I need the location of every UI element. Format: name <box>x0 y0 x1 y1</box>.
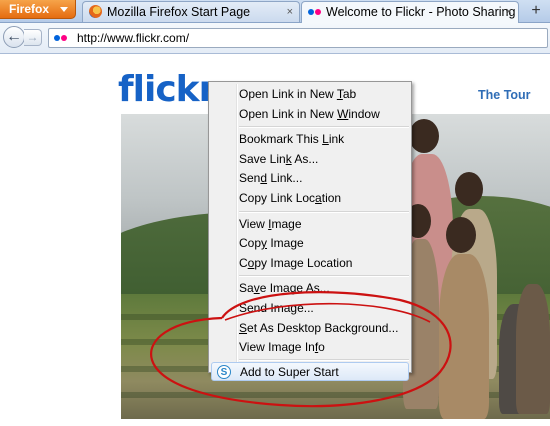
menu-item-label: ab <box>342 87 357 101</box>
photo-child <box>439 254 489 419</box>
tab-firefox-start[interactable]: Mozilla Firefox Start Page × <box>82 1 300 22</box>
menu-item-label: Send Ima <box>239 300 291 315</box>
menu-separator <box>239 210 409 213</box>
photo-child-head <box>455 172 483 206</box>
menu-item-accesskey: S <box>239 320 248 335</box>
menu-item-view-image[interactable]: View Image <box>209 215 411 235</box>
the-tour-link[interactable]: The Tour <box>478 88 531 102</box>
photo-child-head <box>446 217 476 253</box>
menu-item-label: ink <box>328 132 345 147</box>
photo-child-head <box>409 119 439 153</box>
flickr-logo[interactable]: flickr <box>118 69 216 110</box>
new-tab-button[interactable]: + <box>524 1 548 21</box>
menu-item-label: View <box>239 216 269 231</box>
menu-item-send-image[interactable]: Send Image... <box>209 299 411 319</box>
menu-item-save-image-as[interactable]: Save Image As... <box>209 279 411 299</box>
menu-item-label: Sa <box>239 281 254 296</box>
firefox-menu-button[interactable]: Firefox <box>0 0 76 19</box>
menu-item-label: indow <box>348 106 380 121</box>
menu-item-copy-link-location[interactable]: Copy Link Location <box>209 189 411 209</box>
logo-text: flickr <box>118 69 216 110</box>
tab-strip: Firefox Mozilla Firefox Start Page × Wel… <box>0 0 550 23</box>
menu-separator <box>239 126 409 129</box>
menu-item-label: e... <box>297 300 314 315</box>
menu-item-label: Sen <box>239 171 261 186</box>
menu-item-label: Link... <box>267 171 303 186</box>
tab-close-icon[interactable]: × <box>287 2 293 22</box>
menu-item-label: Open Link in New <box>239 106 338 121</box>
menu-item-view-image-info[interactable]: View Image Info <box>209 338 411 358</box>
tab-title: Mozilla Firefox Start Page <box>107 5 251 19</box>
flickr-favicon-icon <box>308 9 322 15</box>
menu-item-label: e Image As... <box>259 281 330 296</box>
menu-item-label: tion <box>321 190 342 205</box>
menu-item-accesskey: a <box>315 190 322 205</box>
menu-item-label: Image <box>267 236 304 251</box>
menu-item-label: mage <box>271 216 302 231</box>
menu-item-label: et As Desktop Background... <box>247 320 399 335</box>
menu-item-copy-image[interactable]: Copy Image <box>209 234 411 254</box>
menu-item-label: C <box>239 255 248 270</box>
tab-close-icon[interactable]: × <box>506 2 512 22</box>
menu-item-label: Add to Super Start <box>240 364 339 379</box>
menu-item-save-link-as[interactable]: Save Link As... <box>209 150 411 170</box>
menu-item-copy-image-location[interactable]: Copy Image Location <box>209 254 411 274</box>
photo-child <box>516 284 550 414</box>
menu-item-label: Cop <box>239 236 262 251</box>
menu-separator <box>239 358 409 361</box>
menu-separator <box>239 275 409 278</box>
menu-item-label: View Image In <box>239 340 315 355</box>
url-text: http://www.flickr.com/ <box>77 31 190 45</box>
menu-item-label: Save Lin <box>239 151 286 166</box>
site-identity-icon <box>54 35 68 41</box>
menu-item-send-link[interactable]: Send Link... <box>209 169 411 189</box>
firefox-icon <box>89 5 102 18</box>
menu-item-accesskey: L <box>322 132 329 147</box>
context-menu: Open Link in New Tab Open Link in New Win… <box>208 81 412 382</box>
back-button[interactable]: ← <box>3 26 25 48</box>
dropdown-arrow-icon <box>60 7 68 12</box>
menu-item-accesskey: W <box>337 106 349 121</box>
menu-item-label: Copy Link Loc <box>239 190 316 205</box>
menu-item-label: Open Link in New <box>239 87 337 101</box>
navigation-toolbar: ← → http://www.flickr.com/ <box>0 23 550 54</box>
tab-flickr[interactable]: Welcome to Flickr - Photo Sharing × <box>301 1 519 23</box>
menu-item-label: o <box>318 340 325 355</box>
menu-item-open-link-in-new-window[interactable]: Open Link in New Window <box>209 105 411 125</box>
menu-item-add-to-super-start[interactable]: S Add to Super Start <box>211 361 409 382</box>
tab-title: Welcome to Flickr - Photo Sharing <box>326 5 516 19</box>
menu-item-label: As... <box>291 151 319 166</box>
firefox-menu-label: Firefox <box>9 2 50 16</box>
super-start-icon: S <box>217 364 231 379</box>
url-bar[interactable]: http://www.flickr.com/ <box>48 28 548 48</box>
menu-item-label: Bookmark This <box>239 132 323 147</box>
menu-item-label: py Image Location <box>254 255 353 270</box>
forward-button[interactable]: → <box>24 29 42 46</box>
menu-item-bookmark-this-link[interactable]: Bookmark This Link <box>209 130 411 150</box>
menu-item-set-as-desktop-background[interactable]: Set As Desktop Background... <box>209 319 411 339</box>
menu-item-open-link-in-new-tab[interactable]: Open Link in New Tab <box>209 85 411 105</box>
